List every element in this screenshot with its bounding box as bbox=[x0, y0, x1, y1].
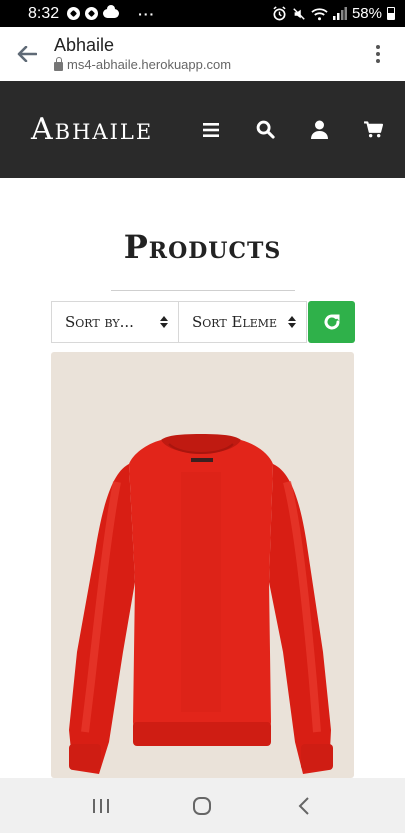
search-icon[interactable] bbox=[255, 120, 275, 140]
sort-controls: Sort by... Sort Eleme bbox=[51, 301, 355, 343]
title-divider bbox=[111, 290, 295, 291]
soccer-ball-icon bbox=[67, 7, 81, 20]
recent-apps-icon bbox=[92, 798, 109, 813]
battery-icon bbox=[387, 7, 395, 20]
select-caret-icon bbox=[288, 316, 296, 328]
menu-dot bbox=[376, 59, 380, 63]
browser-titles[interactable]: Abhaile ms4-abhaile.herokuapp.com bbox=[54, 34, 351, 74]
system-icons: 58% bbox=[272, 5, 395, 22]
sort-by-select[interactable]: Sort by... bbox=[51, 301, 179, 343]
product-card[interactable] bbox=[51, 352, 354, 778]
user-icon[interactable] bbox=[309, 120, 329, 140]
cart-icon[interactable] bbox=[363, 120, 383, 140]
home-icon bbox=[193, 796, 212, 815]
back-icon bbox=[298, 796, 309, 815]
browser-url: ms4-abhaile.herokuapp.com bbox=[54, 56, 351, 74]
sort-element-select[interactable]: Sort Eleme bbox=[179, 301, 307, 343]
select-caret-icon bbox=[160, 316, 168, 328]
site-header: Abhaile bbox=[0, 81, 405, 178]
soccer-ball-icon bbox=[85, 7, 99, 20]
menu-dot bbox=[376, 45, 380, 49]
browser-page-title: Abhaile bbox=[54, 35, 115, 55]
home-button[interactable] bbox=[182, 786, 222, 826]
sort-element-label: Sort Eleme bbox=[192, 313, 278, 331]
notification-icons: ··· bbox=[67, 5, 156, 22]
cloud-icon bbox=[103, 5, 120, 18]
brand-logo[interactable]: Abhaile bbox=[31, 112, 153, 147]
arrow-left-icon bbox=[17, 46, 37, 62]
browser-menu-button[interactable] bbox=[351, 27, 405, 81]
status-time: 8:32 bbox=[28, 4, 60, 22]
page-title: Products bbox=[123, 228, 282, 266]
browser-url-text: ms4-abhaile.herokuapp.com bbox=[67, 57, 232, 72]
menu-dot bbox=[376, 52, 380, 56]
red-sweater-image bbox=[69, 434, 333, 774]
sort-by-label: Sort by... bbox=[65, 313, 134, 331]
android-nav-bar bbox=[0, 778, 405, 833]
recent-apps-button[interactable] bbox=[81, 786, 121, 826]
back-button[interactable] bbox=[284, 786, 324, 826]
more-notifications-icon: ··· bbox=[138, 5, 156, 22]
battery-percent: 58% bbox=[351, 5, 382, 22]
status-bar: 8:32 ··· 58% bbox=[0, 0, 405, 27]
lock-icon bbox=[54, 57, 63, 71]
refresh-icon bbox=[324, 314, 339, 330]
signal-icon bbox=[332, 7, 347, 20]
alarm-icon bbox=[273, 6, 286, 21]
hamburger-menu-icon[interactable] bbox=[201, 120, 221, 140]
browser-back-button[interactable] bbox=[0, 27, 54, 81]
mute-icon bbox=[293, 7, 305, 20]
nav-icons bbox=[201, 120, 383, 140]
wifi-icon bbox=[311, 7, 328, 20]
reset-sort-button[interactable] bbox=[308, 301, 355, 343]
browser-bar: Abhaile ms4-abhaile.herokuapp.com bbox=[0, 27, 405, 81]
